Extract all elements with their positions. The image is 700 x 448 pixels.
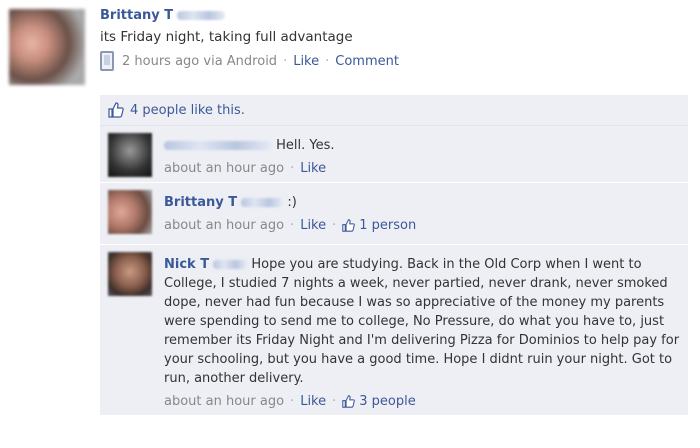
comment-meta: about an hour ago · Like · 1 person [164, 218, 680, 233]
comment-body: Hell. Yes. [164, 136, 680, 155]
commenter-name[interactable]: Brittany T [164, 195, 237, 210]
comment-time: about an hour ago [164, 218, 285, 233]
comment-like-count[interactable]: 1 person [359, 218, 416, 233]
meta-separator: · [290, 218, 295, 233]
post-author-avatar[interactable] [9, 9, 85, 85]
comment-item: Brittany T :) about an hour ago · Like ·… [100, 183, 688, 245]
post-comment-link[interactable]: Comment [335, 54, 399, 69]
comment-text: Hope you are studying. Back in the Old C… [164, 257, 680, 386]
meta-separator: · [332, 394, 337, 409]
meta-separator: · [332, 218, 337, 233]
comment-body: Brittany T :) [164, 193, 680, 212]
commenter-avatar[interactable] [108, 252, 152, 296]
post-meta: 2 hours ago via Android · Like · Comment [100, 51, 690, 71]
comment-like-link[interactable]: Like [300, 218, 326, 233]
comment-time: about an hour ago [164, 161, 285, 176]
comment-like-link[interactable]: Like [300, 161, 326, 176]
meta-separator: · [325, 53, 330, 69]
likes-count-link[interactable]: 4 people like this. [130, 103, 245, 118]
redacted-surname [241, 198, 284, 207]
likes-summary: 4 people like this. [100, 95, 688, 126]
post-header: Brittany T its Friday night, taking full… [100, 8, 690, 71]
comment-like-link[interactable]: Like [300, 394, 326, 409]
post-author-name[interactable]: Brittany T [100, 8, 173, 23]
commenter-name[interactable]: Nick T [164, 257, 209, 272]
thumbs-up-icon [342, 219, 356, 232]
comment-meta: about an hour ago · Like · 3 people [164, 394, 680, 409]
thumbs-up-icon [108, 102, 124, 118]
post-like-link[interactable]: Like [293, 54, 319, 69]
commenter-avatar[interactable] [108, 133, 152, 177]
post-text: its Friday night, taking full advantage [100, 29, 353, 45]
comment-body: Nick T Hope you are studying. Back in th… [164, 255, 680, 388]
meta-separator: · [290, 161, 295, 176]
comment-item: Nick T Hope you are studying. Back in th… [100, 245, 688, 416]
redacted-surname [177, 11, 226, 20]
redacted-surname [213, 260, 248, 269]
post-time: 2 hours ago via Android [122, 53, 278, 69]
comment-text: Hell. Yes. [276, 138, 335, 153]
comment-time: about an hour ago [164, 394, 285, 409]
comment-like-count[interactable]: 3 people [359, 394, 415, 409]
comment-item: Hell. Yes. about an hour ago · Like [100, 126, 688, 183]
feedback-section: 4 people like this. Hell. Yes. about an … [100, 95, 688, 416]
redacted-commenter-name [164, 141, 272, 150]
comment-text: :) [287, 195, 297, 210]
mobile-phone-icon [100, 51, 114, 71]
commenter-avatar[interactable] [108, 190, 152, 234]
meta-separator: · [283, 53, 288, 69]
thumbs-up-icon [342, 395, 356, 408]
meta-separator: · [290, 394, 295, 409]
comment-meta: about an hour ago · Like [164, 161, 680, 176]
